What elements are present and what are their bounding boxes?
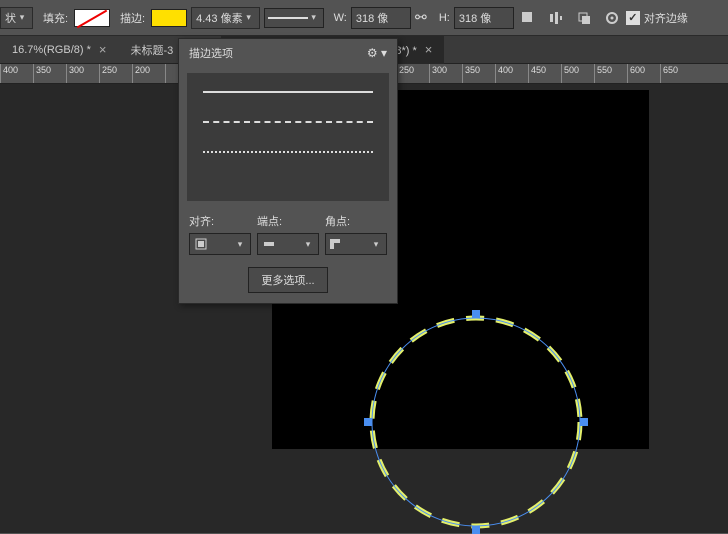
tab-doc1[interactable]: 16.7%(RGB/8) * × bbox=[0, 36, 118, 64]
stroke-swatch[interactable] bbox=[151, 9, 187, 27]
gear-icon[interactable] bbox=[598, 4, 626, 32]
stroke-corners-select[interactable]: ▾ bbox=[325, 233, 387, 255]
caps-label: 端点: bbox=[257, 213, 319, 229]
stroke-attrs-row: 对齐: ▾ 端点: ▾ 角点: ▾ bbox=[179, 207, 397, 261]
more-options-button[interactable]: 更多选项... bbox=[248, 267, 327, 293]
shape-type-label: 状 bbox=[5, 10, 16, 26]
stroke-preview-icon bbox=[268, 17, 308, 19]
ruler-tick: 400 bbox=[0, 64, 33, 83]
fill-label: 填充: bbox=[43, 10, 68, 26]
tab-label: 未标题-3 bbox=[130, 42, 173, 58]
path-operations-button[interactable] bbox=[514, 4, 542, 32]
shape-type-dropdown[interactable]: 状 ▾ bbox=[0, 7, 33, 29]
corners-label: 角点: bbox=[325, 213, 387, 229]
chevron-down-icon: ▾ bbox=[302, 239, 314, 250]
ruler-tick: 400 bbox=[495, 64, 528, 83]
ruler-tick: 550 bbox=[594, 64, 627, 83]
ruler-tick: 350 bbox=[33, 64, 66, 83]
ruler-tick: 650 bbox=[660, 64, 693, 83]
chevron-down-icon: ▾ bbox=[16, 12, 28, 23]
fill-swatch[interactable] bbox=[74, 9, 110, 27]
stroke-style-dropdown[interactable]: ▾ bbox=[264, 8, 324, 28]
options-bar: 状 ▾ 填充: 描边: 4.43 像素 ▾ ▾ W: ⚯ H: ✓ 对齐边缘 bbox=[0, 0, 728, 36]
transform-handle[interactable] bbox=[472, 310, 480, 318]
height-label: H: bbox=[439, 12, 450, 24]
ruler-tick: 250 bbox=[99, 64, 132, 83]
align-edges-checkbox[interactable]: ✓ bbox=[626, 11, 640, 25]
height-input[interactable] bbox=[454, 7, 514, 29]
chevron-down-icon: ▾ bbox=[308, 12, 320, 23]
align-button[interactable] bbox=[542, 4, 570, 32]
chevron-down-icon: ▾ bbox=[234, 239, 246, 250]
ruler-tick: 350 bbox=[462, 64, 495, 83]
arrange-button[interactable] bbox=[570, 4, 598, 32]
stroke-preset-empty[interactable] bbox=[187, 167, 389, 197]
stroke-options-popover: 描边选项 ⚙ ▾ 对齐: ▾ 端点: ▾ 角点: ▾ bbox=[178, 38, 398, 304]
ruler-tick: 200 bbox=[132, 64, 165, 83]
ruler-tick: 450 bbox=[528, 64, 561, 83]
tab-doc2[interactable]: 未标题-3 bbox=[118, 36, 185, 64]
ruler-tick: 300 bbox=[429, 64, 462, 83]
stroke-preset-solid[interactable] bbox=[187, 77, 389, 107]
width-input[interactable] bbox=[351, 7, 411, 29]
ruler-tick: 500 bbox=[561, 64, 594, 83]
close-icon[interactable]: × bbox=[425, 42, 433, 57]
stroke-label: 描边: bbox=[120, 10, 145, 26]
ruler-tick: 600 bbox=[627, 64, 660, 83]
ellipse-shape[interactable] bbox=[368, 314, 584, 530]
ruler-tick: 300 bbox=[66, 64, 99, 83]
stroke-width-value: 4.43 像素 bbox=[196, 10, 242, 26]
close-icon[interactable]: × bbox=[99, 42, 107, 57]
stroke-presets-list bbox=[187, 73, 389, 201]
chevron-down-icon: ▾ bbox=[370, 239, 382, 250]
stroke-caps-select[interactable]: ▾ bbox=[257, 233, 319, 255]
stroke-width-input[interactable]: 4.43 像素 ▾ bbox=[191, 7, 259, 29]
stroke-preset-dashed[interactable] bbox=[187, 107, 389, 137]
popover-title: 描边选项 bbox=[189, 45, 233, 61]
popover-header: 描边选项 ⚙ ▾ bbox=[179, 39, 397, 67]
width-label: W: bbox=[334, 12, 347, 24]
chevron-down-icon: ▾ bbox=[243, 12, 255, 23]
stroke-align-select[interactable]: ▾ bbox=[189, 233, 251, 255]
link-icon[interactable]: ⚯ bbox=[411, 9, 431, 26]
ruler-tick: 250 bbox=[396, 64, 429, 83]
align-label: 对齐: bbox=[189, 213, 251, 229]
stroke-preset-dotted[interactable] bbox=[187, 137, 389, 167]
transform-handle[interactable] bbox=[364, 418, 372, 426]
align-edges-label: 对齐边缘 bbox=[644, 10, 688, 26]
tab-label: 16.7%(RGB/8) * bbox=[12, 44, 91, 56]
gear-icon[interactable]: ⚙ ▾ bbox=[367, 46, 387, 60]
transform-handle[interactable] bbox=[580, 418, 588, 426]
